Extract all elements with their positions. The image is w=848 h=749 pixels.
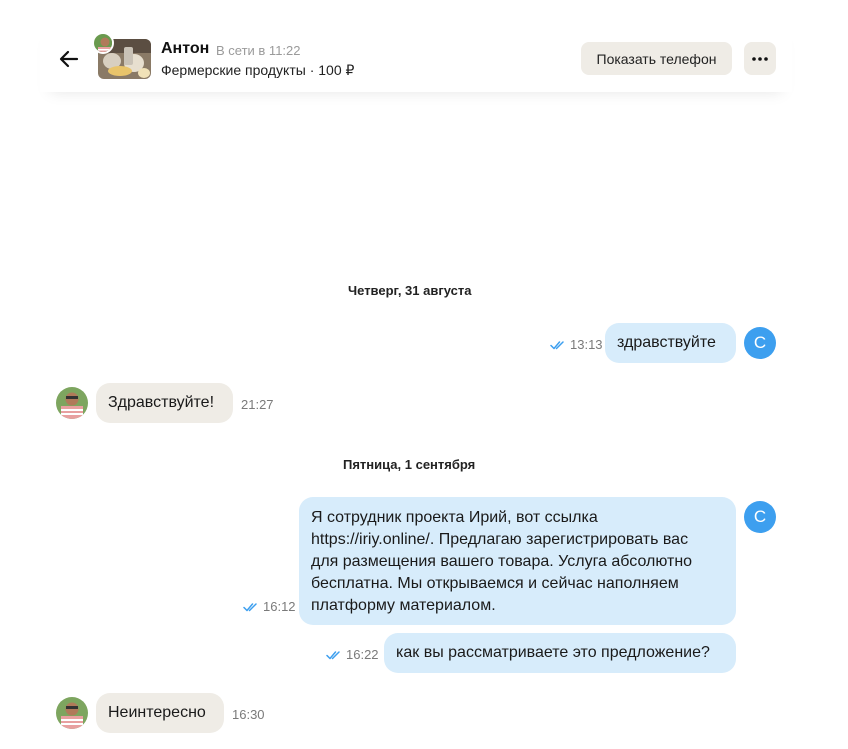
arrow-left-icon bbox=[59, 50, 79, 68]
read-ticks-icon bbox=[550, 340, 564, 349]
message-bubble-outgoing[interactable]: как вы рассматриваете это предложение? bbox=[384, 633, 736, 673]
chat-header: Антон В сети в 11:22 Фермерские продукты… bbox=[40, 22, 792, 92]
message-bubble-outgoing[interactable]: Я сотрудник проекта Ирий, вот ссылка htt… bbox=[299, 497, 736, 625]
message-time: 13:13 bbox=[550, 337, 603, 352]
back-button[interactable] bbox=[55, 46, 83, 72]
message-text: Здравствуйте! bbox=[108, 394, 215, 411]
date-separator: Пятница, 1 сентября bbox=[343, 457, 476, 472]
message-text: здравствуйте bbox=[617, 334, 716, 351]
seller-avatar[interactable] bbox=[56, 387, 88, 419]
message-time-text: 16:22 bbox=[346, 647, 379, 662]
message-line: для размещения вашего товара. Услуга абс… bbox=[311, 553, 693, 570]
more-button[interactable] bbox=[744, 42, 776, 75]
ellipsis-icon bbox=[752, 56, 768, 61]
message-time: 16:22 bbox=[326, 647, 379, 662]
message-time-text: 13:13 bbox=[570, 337, 603, 352]
user-avatar[interactable]: С bbox=[744, 501, 776, 533]
message-time-text: 16:30 bbox=[232, 707, 265, 722]
seller-status: В сети в 11:22 bbox=[216, 43, 301, 58]
message-bubble-incoming[interactable]: Неинтересно bbox=[96, 693, 224, 733]
message-time: 16:30 bbox=[232, 707, 265, 722]
message-text: как вы рассматриваете это предложение? bbox=[396, 644, 710, 661]
message-line: Я сотрудник проекта Ирий, вот ссылка bbox=[311, 509, 598, 526]
read-ticks-icon bbox=[326, 650, 340, 659]
message-bubble-incoming[interactable]: Здравствуйте! bbox=[96, 383, 233, 423]
message-time-text: 21:27 bbox=[241, 397, 274, 412]
seller-avatar[interactable] bbox=[56, 697, 88, 729]
date-separator: Четверг, 31 августа bbox=[348, 283, 472, 298]
ad-title[interactable]: Фермерские продукты · 100 ₽ bbox=[161, 62, 354, 79]
message-text: Неинтересно bbox=[108, 704, 206, 721]
message-time-text: 16:12 bbox=[263, 599, 296, 614]
message-line: платформу материалом. bbox=[311, 597, 496, 614]
seller-avatar-small bbox=[92, 32, 114, 54]
message-bubble-outgoing[interactable]: здравствуйте bbox=[605, 323, 736, 363]
seller-name[interactable]: Антон bbox=[161, 40, 209, 58]
message-time: 16:12 bbox=[243, 599, 296, 614]
user-avatar[interactable]: С bbox=[744, 327, 776, 359]
message-line: https://iriy.online/. Предлагаю зарегист… bbox=[311, 531, 689, 548]
show-phone-button[interactable]: Показать телефон bbox=[581, 42, 732, 75]
message-line: бесплатна. Мы открываемся и сейчас напол… bbox=[311, 575, 679, 592]
message-time: 21:27 bbox=[241, 397, 274, 412]
read-ticks-icon bbox=[243, 602, 257, 611]
